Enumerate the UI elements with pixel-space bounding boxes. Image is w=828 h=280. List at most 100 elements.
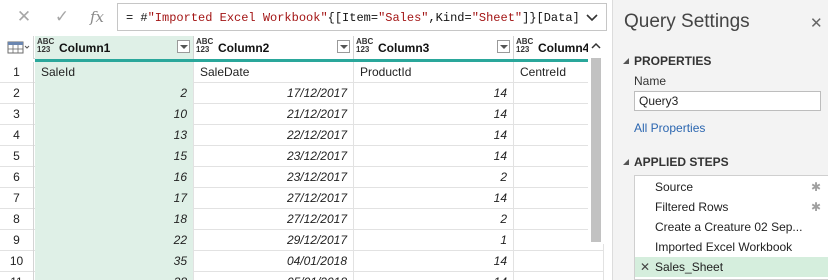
- table-row[interactable]: 9 22 29/12/2017 1: [0, 230, 604, 251]
- cell[interactable]: 23/12/2017: [194, 146, 354, 167]
- cell[interactable]: 21/12/2017: [194, 104, 354, 125]
- cell[interactable]: 14: [354, 146, 514, 167]
- x-icon[interactable]: ✕: [12, 6, 36, 28]
- cell[interactable]: 17/12/2017: [194, 83, 354, 104]
- applied-step[interactable]: Source ✱: [635, 177, 828, 197]
- any-type-icon[interactable]: ABC 123: [356, 38, 373, 54]
- gear-icon[interactable]: ✱: [811, 180, 821, 194]
- cell[interactable]: 38: [35, 272, 194, 280]
- scrollbar-thumb[interactable]: [591, 58, 601, 242]
- vertical-scrollbar[interactable]: [588, 36, 604, 244]
- cell[interactable]: 14: [354, 251, 514, 272]
- gear-icon[interactable]: ✱: [811, 200, 821, 214]
- cell[interactable]: 15: [35, 146, 194, 167]
- cell[interactable]: 35: [35, 251, 194, 272]
- properties-heading: PROPERTIES: [634, 54, 712, 68]
- table-menu-button[interactable]: [0, 36, 34, 59]
- row-number[interactable]: 7: [0, 188, 34, 209]
- cell[interactable]: 29/12/2017: [194, 230, 354, 251]
- cell[interactable]: ProductId: [354, 62, 514, 83]
- table-row[interactable]: 4 13 22/12/2017 14: [0, 125, 604, 146]
- table-icon: [7, 41, 30, 54]
- column-header-column1[interactable]: ABC 123 Column1: [35, 36, 194, 59]
- cell[interactable]: 2: [35, 83, 194, 104]
- filter-dropdown-button[interactable]: [337, 40, 350, 53]
- cell[interactable]: 16: [35, 167, 194, 188]
- cell[interactable]: 27/12/2017: [194, 188, 354, 209]
- table-row[interactable]: 8 18 27/12/2017 2: [0, 209, 604, 230]
- name-label: Name: [634, 74, 667, 88]
- cell[interactable]: [514, 251, 604, 272]
- table-row[interactable]: 113805/01/201814: [0, 272, 604, 280]
- formula-text: = #"Imported Excel Workbook"{[Item="Sale…: [126, 11, 580, 25]
- cell[interactable]: SaleDate: [194, 62, 354, 83]
- row-number[interactable]: 3: [0, 104, 34, 125]
- column-header-row: ABC 123 Column1 ABC 123 Column2 ABC 123 Col…: [0, 36, 604, 59]
- row-number[interactable]: 9: [0, 230, 34, 251]
- row-number[interactable]: 6: [0, 167, 34, 188]
- cell[interactable]: 18: [35, 209, 194, 230]
- formula-input[interactable]: = #"Imported Excel Workbook"{[Item="Sale…: [117, 3, 607, 31]
- applied-step-label: Imported Excel Workbook: [655, 240, 793, 254]
- cell[interactable]: 22: [35, 230, 194, 251]
- query-name-input[interactable]: Query3: [634, 91, 821, 111]
- applied-steps-heading: APPLIED STEPS: [634, 155, 729, 169]
- any-type-icon[interactable]: ABC 123: [37, 38, 54, 54]
- any-type-icon[interactable]: ABC 123: [516, 38, 533, 54]
- row-number[interactable]: 1: [0, 62, 34, 83]
- fx-icon[interactable]: fx: [85, 6, 109, 28]
- cell[interactable]: 23/12/2017: [194, 167, 354, 188]
- cell[interactable]: 22/12/2017: [194, 125, 354, 146]
- table-row[interactable]: 5 15 23/12/2017 14: [0, 146, 604, 167]
- cell[interactable]: 2: [354, 167, 514, 188]
- cell[interactable]: 27/12/2017: [194, 209, 354, 230]
- applied-step[interactable]: Imported Excel Workbook: [635, 237, 828, 257]
- applied-step-label: Create a Creature 02 Sep...: [655, 220, 803, 234]
- table-row[interactable]: 7 17 27/12/2017 14: [0, 188, 604, 209]
- formula-bar: ✕ ✓ fx = #"Imported Excel Workbook"{[Ite…: [0, 0, 612, 36]
- cell[interactable]: [514, 272, 604, 280]
- applied-steps-list: Source ✱ Filtered Rows ✱ Create a Creature 0…: [634, 175, 828, 280]
- cell[interactable]: 13: [35, 125, 194, 146]
- row-number[interactable]: 2: [0, 83, 34, 104]
- table-row[interactable]: 6 16 23/12/2017 2: [0, 167, 604, 188]
- collapse-triangle-icon[interactable]: [622, 57, 630, 65]
- cell[interactable]: 14: [354, 125, 514, 146]
- applied-step[interactable]: ✕ Sales_Sheet: [635, 257, 828, 277]
- applied-step[interactable]: Create a Creature 02 Sep...: [635, 217, 828, 237]
- cell[interactable]: 14: [354, 188, 514, 209]
- row-number[interactable]: 8: [0, 209, 34, 230]
- cell[interactable]: 14: [354, 83, 514, 104]
- any-type-icon[interactable]: ABC 123: [196, 38, 213, 54]
- cell[interactable]: 14: [354, 272, 514, 280]
- scroll-up-icon[interactable]: [591, 41, 601, 51]
- cell[interactable]: 05/01/2018: [194, 272, 354, 280]
- column-header-column2[interactable]: ABC 123 Column2: [194, 36, 354, 59]
- cell[interactable]: SaleId: [35, 62, 194, 83]
- close-icon[interactable]: ✕: [810, 14, 823, 32]
- row-number[interactable]: 5: [0, 146, 34, 167]
- applied-step[interactable]: Filtered Rows ✱: [635, 197, 828, 217]
- applied-step-label: Filtered Rows: [655, 200, 729, 214]
- filter-dropdown-button[interactable]: [497, 40, 510, 53]
- cell[interactable]: 17: [35, 188, 194, 209]
- table-row[interactable]: 1 SaleId SaleDate ProductId CentreId: [0, 62, 604, 83]
- table-row[interactable]: 3 10 21/12/2017 14: [0, 104, 604, 125]
- row-number[interactable]: 4: [0, 125, 34, 146]
- check-icon[interactable]: ✓: [50, 6, 74, 28]
- cell[interactable]: 2: [354, 209, 514, 230]
- chevron-down-icon[interactable]: [584, 9, 600, 25]
- row-number[interactable]: 11: [0, 272, 34, 280]
- cell[interactable]: 1: [354, 230, 514, 251]
- cell[interactable]: 04/01/2018: [194, 251, 354, 272]
- table-row[interactable]: 10 35 04/01/2018 14: [0, 251, 604, 272]
- cell[interactable]: 14: [354, 104, 514, 125]
- filter-dropdown-button[interactable]: [177, 40, 190, 53]
- cell[interactable]: 10: [35, 104, 194, 125]
- delete-step-icon[interactable]: ✕: [640, 257, 650, 277]
- column-header-column3[interactable]: ABC 123 Column3: [354, 36, 514, 59]
- table-row[interactable]: 2 2 17/12/2017 14: [0, 83, 604, 104]
- row-number[interactable]: 10: [0, 251, 34, 272]
- collapse-triangle-icon[interactable]: [622, 158, 630, 166]
- all-properties-link[interactable]: All Properties: [634, 121, 705, 135]
